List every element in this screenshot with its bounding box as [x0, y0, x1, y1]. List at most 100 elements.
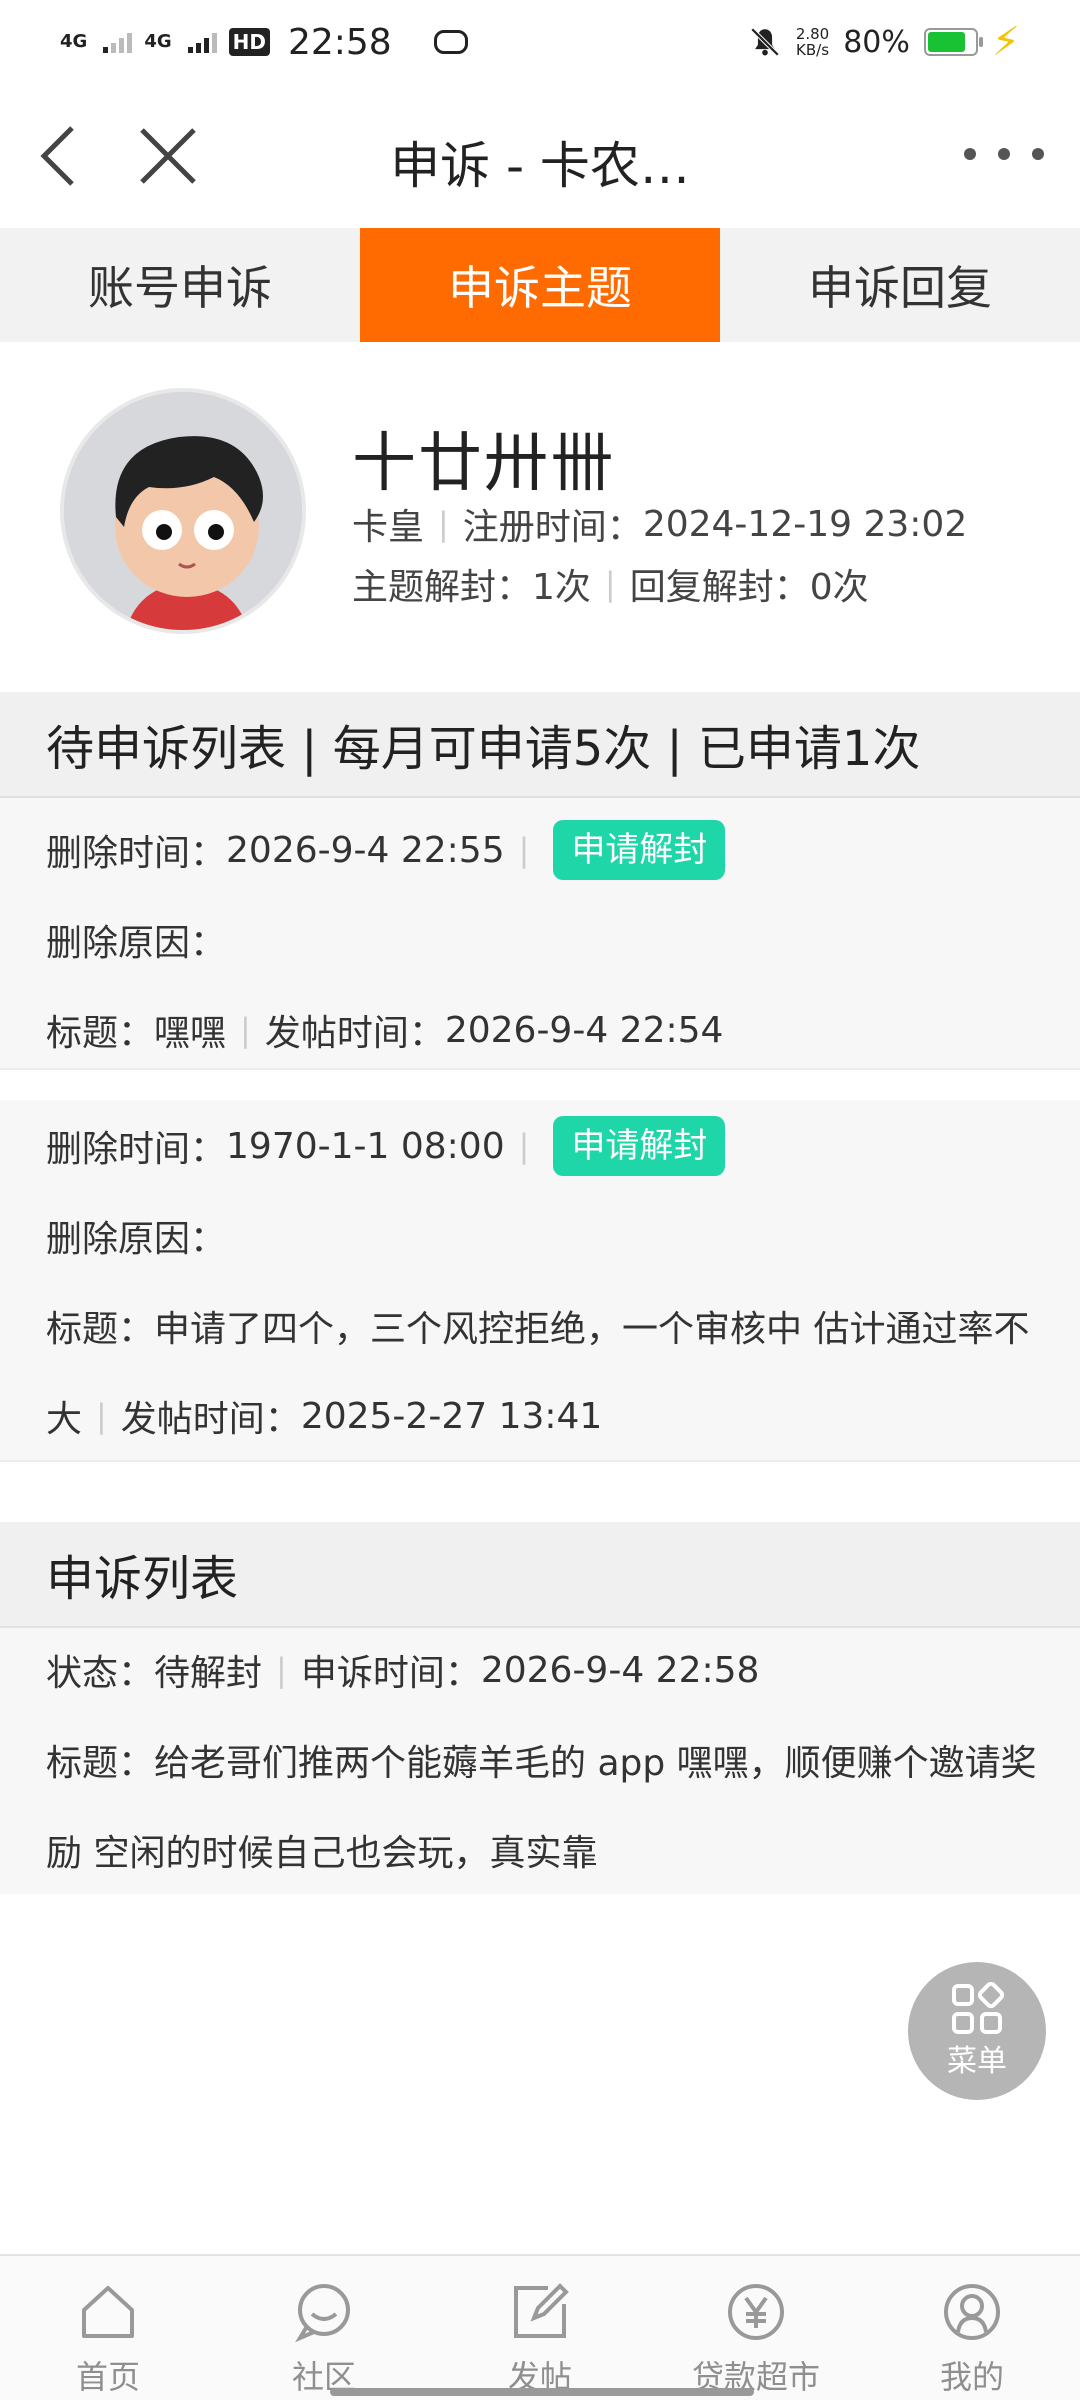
more-dot	[964, 148, 976, 160]
divider: |	[276, 1651, 287, 1689]
post-title-row: 标题： 申请了四个，三个风控拒绝，一个审核中 估计通过率不	[46, 1296, 1040, 1356]
apply-unseal-button[interactable]: 申请解封	[553, 1116, 726, 1176]
unseal-stats: 主题解封： 1次 | 回复解封： 0次	[352, 558, 869, 610]
net-speed: 2.80 KB/s	[796, 26, 829, 58]
apply-unseal-button[interactable]: 申请解封	[553, 820, 726, 880]
topic-unseal-count: 1次	[532, 567, 591, 608]
pending-item: 删除时间： 1970-1-1 08:00 | 申请解封 删除原因： 标题： 申请…	[0, 1100, 1080, 1462]
bottom-nav-label: 首页	[75, 2358, 140, 2396]
user-icon	[944, 2284, 1000, 2340]
grid-menu-icon	[952, 1982, 1004, 2034]
delete-reason-row: 删除原因：	[46, 910, 1040, 970]
divider: |	[96, 1397, 107, 1435]
chevron-left-icon	[40, 126, 74, 186]
delete-reason-row: 删除原因：	[46, 1206, 1040, 1266]
battery-percent: 80%	[843, 24, 910, 60]
status-right: 2.80 KB/s 80% ⚡	[748, 19, 1020, 65]
menu-label: 菜单	[947, 2044, 1007, 2079]
appeal-title-row-2: 励 空闲的时候自己也会玩，真实靠	[46, 1820, 1040, 1880]
username: 十廿卅卌	[352, 427, 616, 501]
appeal-title-line2: 励 空闲的时候自己也会玩，真实靠	[46, 1833, 598, 1874]
pending-item: 删除时间： 2026-9-4 22:55 | 申请解封 删除原因： 标题： 嘿嘿…	[0, 798, 1080, 1070]
bottom-nav: 首页 社区 发帖 贷款超市 我的	[0, 2254, 1080, 2400]
bottom-nav-label: 我的	[939, 2358, 1004, 2396]
register-time: 2024-12-19 23:02	[642, 503, 968, 545]
more-dot	[1032, 148, 1044, 160]
mute-bell-icon	[750, 27, 780, 57]
avatar-cartoon-icon	[64, 392, 302, 630]
more-dot	[998, 148, 1010, 160]
delete-reason-label: 删除原因：	[46, 1219, 227, 1260]
divider: |	[240, 1011, 251, 1049]
reply-unseal-count: 0次	[809, 567, 869, 608]
status-left: 4G 4G HD 22:58	[60, 22, 468, 63]
appeal-item: 状态： 待解封 | 申诉时间： 2026-9-4 22:58 标题： 给老哥们推…	[0, 1628, 1080, 1894]
divider: |	[518, 1127, 530, 1165]
appeal-time-label: 申诉时间：	[300, 1653, 481, 1694]
delete-time: 1970-1-1 08:00	[226, 1125, 505, 1167]
delete-time: 2026-9-4 22:55	[226, 829, 505, 871]
divider: |	[604, 565, 616, 603]
signal-4g-label-2: 4G	[144, 31, 172, 52]
home-icon	[82, 2286, 134, 2338]
profile-card: 十廿卅卌 卡皇 | 注册时间： 2024-12-19 23:02 主题解封： 1…	[0, 342, 1080, 692]
post-title: 嘿嘿	[154, 1013, 227, 1054]
post-time: 2026-9-4 22:54	[444, 1009, 724, 1051]
delete-time-row: 删除时间： 2026-9-4 22:55 | 申请解封	[46, 820, 1040, 880]
divider: |	[438, 505, 449, 543]
status-value: 待解封	[154, 1653, 263, 1694]
edit-icon	[514, 2283, 569, 2338]
gamepad-icon	[433, 30, 468, 54]
status-bar: 4G 4G HD 22:58 2.80 KB/s 80% ⚡	[0, 0, 1080, 84]
post-info-row: 大 | 发帖时间： 2025-2-27 13:41	[46, 1386, 1040, 1446]
pending-list-header: 待申诉列表 | 每月可申请5次 | 已申请1次	[0, 692, 1080, 798]
delete-reason-label: 删除原因：	[46, 923, 227, 964]
signal-4g-label-1: 4G	[60, 31, 88, 52]
bottom-nav-post[interactable]: 发帖	[432, 2256, 648, 2400]
close-button[interactable]	[132, 120, 204, 192]
yen-icon	[728, 2284, 784, 2340]
delete-time-row: 删除时间： 1970-1-1 08:00 | 申请解封	[46, 1116, 1040, 1176]
profile-meta: 卡皇 | 注册时间： 2024-12-19 23:02	[352, 498, 967, 550]
close-icon	[140, 128, 196, 184]
appeal-title-line1: 给老哥们推两个能薅羊毛的 app 嘿嘿，顺便赚个邀请奖	[154, 1743, 1037, 1784]
bottom-nav-home[interactable]: 首页	[0, 2256, 216, 2400]
home-indicator[interactable]	[330, 2388, 754, 2396]
post-time: 2025-2-27 13:41	[300, 1395, 603, 1437]
appeal-title-row: 标题： 给老哥们推两个能薅羊毛的 app 嘿嘿，顺便赚个邀请奖	[46, 1730, 1040, 1790]
post-time-label: 发帖时间：	[264, 1013, 445, 1054]
signal-bars-icon-1	[103, 31, 133, 53]
avatar	[60, 388, 306, 634]
hd-badge: HD	[228, 28, 270, 56]
appeal-title-label: 标题：	[46, 1743, 155, 1784]
divider: |	[518, 831, 530, 869]
appeal-time: 2026-9-4 22:58	[480, 1649, 760, 1691]
clock: 22:58	[287, 21, 392, 63]
menu-fab-button[interactable]: 菜单	[908, 1962, 1046, 2100]
post-info-row: 标题： 嘿嘿 | 发帖时间： 2026-9-4 22:54	[46, 1000, 1040, 1060]
more-button[interactable]	[964, 134, 1044, 174]
status-label: 状态：	[46, 1653, 155, 1694]
net-speed-unit: KB/s	[796, 41, 830, 59]
bottom-nav-loan-market[interactable]: 贷款超市	[648, 2256, 864, 2400]
bottom-nav-profile[interactable]: 我的	[864, 2256, 1080, 2400]
user-level: 卡皇	[352, 507, 425, 548]
reply-unseal-label: 回复解封：	[629, 567, 810, 608]
tab-account-appeal[interactable]: 账号申诉	[0, 228, 360, 342]
back-button[interactable]	[28, 120, 88, 192]
signal-bars-icon-2	[187, 31, 217, 53]
tab-reply-appeal[interactable]: 申诉回复	[720, 228, 1080, 342]
appeal-status-row: 状态： 待解封 | 申诉时间： 2026-9-4 22:58	[46, 1640, 1040, 1700]
delete-time-label: 删除时间：	[46, 833, 227, 874]
tab-topic-appeal[interactable]: 申诉主题	[360, 228, 720, 342]
post-title-line2: 大	[46, 1399, 83, 1440]
net-speed-value: 2.80	[795, 25, 830, 43]
tab-bar: 账号申诉 申诉主题 申诉回复	[0, 228, 1080, 342]
battery-icon	[923, 28, 983, 56]
delete-time-label: 删除时间：	[46, 1129, 227, 1170]
chat-icon	[295, 2284, 350, 2343]
appeal-list-header: 申诉列表	[0, 1522, 1080, 1628]
nav-bar: 申诉 - 卡农…	[0, 84, 1080, 228]
post-title-label: 标题：	[46, 1013, 155, 1054]
bottom-nav-community[interactable]: 社区	[216, 2256, 432, 2400]
